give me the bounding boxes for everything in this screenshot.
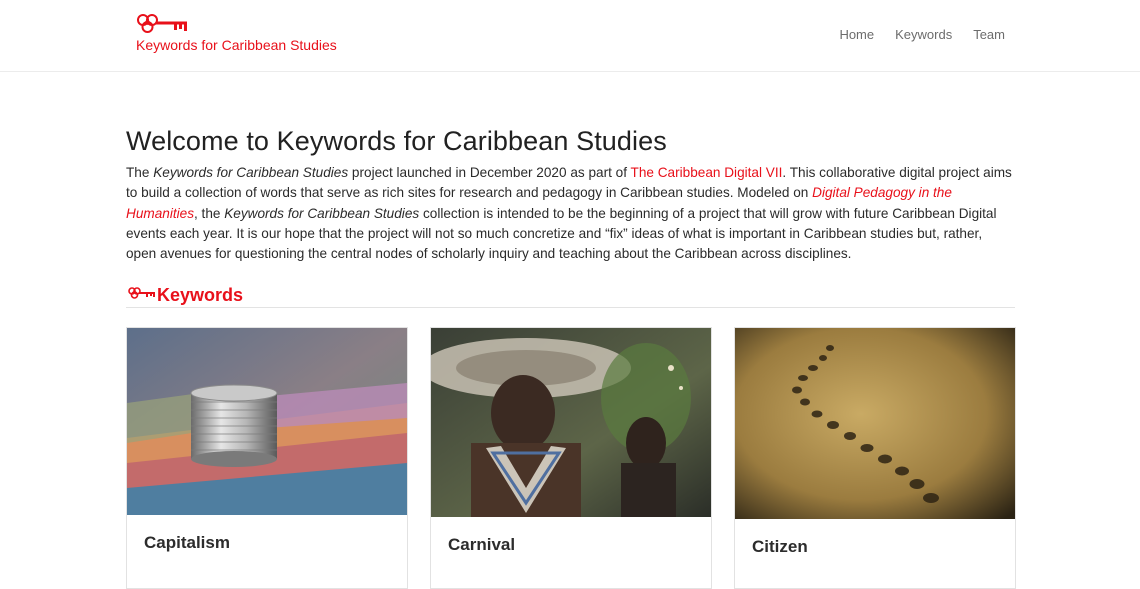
nav-home[interactable]: Home bbox=[839, 26, 874, 44]
intro-text-1: The bbox=[126, 165, 154, 180]
key-icon bbox=[128, 287, 155, 299]
main-nav: Home Keywords Team bbox=[839, 26, 1005, 44]
carnival-masquerader-photo bbox=[431, 328, 711, 517]
intro-paragraph: The Keywords for Caribbean Studies proje… bbox=[126, 163, 1016, 264]
intro-text-2: project launched in December 2020 as par… bbox=[348, 165, 631, 180]
keyword-card-capitalism[interactable]: Capitalism bbox=[126, 327, 408, 589]
intro-em-1: Keywords for Caribbean Studies bbox=[153, 165, 349, 180]
card-title-capitalism[interactable]: Capitalism bbox=[144, 532, 230, 554]
navbar: Keywords for Caribbean Studies Home Keyw… bbox=[0, 0, 1140, 72]
keywords-section-header: Keywords bbox=[126, 284, 1015, 308]
brand-name: Keywords for Caribbean Studies bbox=[136, 37, 337, 53]
card-title-citizen[interactable]: Citizen bbox=[752, 536, 808, 558]
nav-team[interactable]: Team bbox=[973, 26, 1005, 44]
nav-keywords[interactable]: Keywords bbox=[895, 26, 952, 44]
intro-em-2: Keywords for Caribbean Studies bbox=[224, 205, 420, 221]
key-logo-icon bbox=[137, 14, 187, 33]
intro-text-4: , the bbox=[194, 205, 225, 221]
brand-link[interactable]: Keywords for Caribbean Studies bbox=[136, 12, 337, 53]
page-title: Welcome to Keywords for Caribbean Studie… bbox=[126, 126, 667, 156]
main-content: Welcome to Keywords for Caribbean Studie… bbox=[126, 124, 1016, 264]
caribbean-digital-link[interactable]: The Caribbean Digital VII bbox=[631, 165, 783, 180]
keywords-heading: Keywords bbox=[157, 285, 244, 305]
coins-on-banknotes-photo bbox=[127, 328, 407, 515]
keyword-card-citizen[interactable]: Citizen bbox=[734, 327, 1016, 589]
card-title-carnival[interactable]: Carnival bbox=[448, 534, 515, 556]
footprints-in-sand-photo bbox=[735, 328, 1015, 519]
keyword-card-carnival[interactable]: Carnival bbox=[430, 327, 712, 589]
